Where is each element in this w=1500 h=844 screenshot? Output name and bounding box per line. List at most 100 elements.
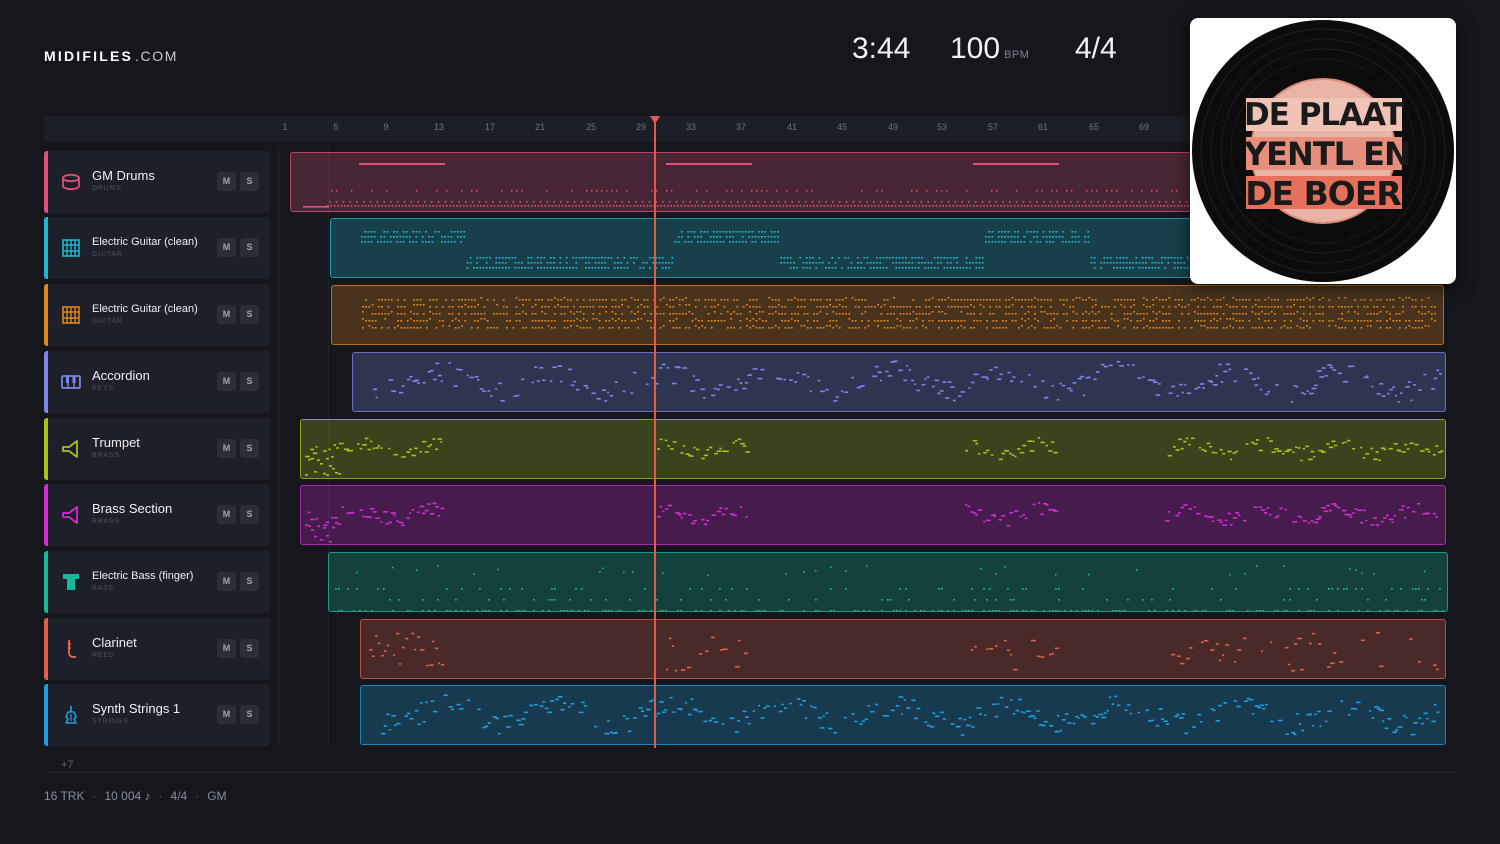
track-category: KEYS [92, 385, 114, 392]
mute-button[interactable]: M [217, 439, 236, 458]
album-cover: DE PLAAT YENTL EN DE BOER [1190, 18, 1456, 284]
track-name: Electric Bass (finger) [92, 570, 194, 582]
track-name: Synth Strings 1 [92, 701, 181, 716]
clip-electric-guitar-clean-2[interactable] [331, 285, 1444, 345]
track-header-brass-section[interactable]: Brass Section BRASS M S [44, 484, 270, 546]
solo-button[interactable]: S [240, 639, 259, 658]
guitar-fretboard-icon [62, 239, 80, 257]
note-pattern [335, 565, 1444, 611]
horn-icon [62, 440, 78, 458]
footer-time-signature: 4/4 [170, 789, 188, 803]
track-category: DRUMS [92, 185, 122, 192]
track-header-electric-guitar-clean-2[interactable]: Electric Guitar (clean) GUITAR M S [44, 284, 270, 346]
playhead[interactable] [654, 116, 656, 748]
site-logo[interactable]: MIDIFILES .COM [44, 48, 178, 64]
mute-button[interactable]: M [217, 172, 236, 191]
mute-button[interactable]: M [217, 572, 236, 591]
clip-trumpet[interactable] [300, 419, 1446, 479]
note-pattern [381, 694, 1440, 736]
track-name: Electric Guitar (clean) [92, 303, 198, 315]
clip-electric-bass-finger[interactable] [328, 552, 1448, 612]
drum-icon [62, 173, 80, 191]
album-title-line: YENTL EN [1244, 135, 1411, 173]
ruler-tick: 45 [836, 122, 848, 132]
solo-button[interactable]: S [240, 372, 259, 391]
track-category: STRINGS [92, 718, 129, 725]
note-pattern [373, 360, 1442, 403]
ruler-tick: 41 [786, 122, 798, 132]
track-name: Clarinet [92, 635, 137, 650]
lane-divider [278, 146, 279, 748]
ruler-tick: 69 [1138, 122, 1150, 132]
clip-brass-section[interactable] [300, 485, 1446, 545]
ruler-tick: 61 [1037, 122, 1049, 132]
ruler-tick: 5 [333, 122, 339, 132]
track-color-stripe [44, 551, 48, 613]
track-header-electric-bass-finger[interactable]: Electric Bass (finger) BASS M S [44, 551, 270, 613]
ruler-tick: 33 [685, 122, 697, 132]
track-header-accordion[interactable]: Accordion KEYS M S [44, 351, 270, 413]
note-pattern [305, 502, 1438, 543]
ruler-tick: 49 [887, 122, 899, 132]
mute-button[interactable]: M [217, 305, 236, 324]
track-name: Accordion [92, 368, 150, 383]
track-count: 16 TRK [44, 789, 85, 803]
track-color-stripe [44, 217, 48, 279]
mute-button[interactable]: M [217, 639, 236, 658]
album-title-line: DE PLAAT [1244, 97, 1404, 133]
track-category: BRASS [92, 518, 120, 525]
reed-icon [68, 640, 76, 658]
track-name: Electric Guitar (clean) [92, 236, 198, 248]
track-color-stripe [44, 351, 48, 413]
track-header-clarinet[interactable]: Clarinet REED M S [44, 618, 270, 680]
track-category: BRASS [92, 452, 120, 459]
clip-synth-strings-1[interactable] [360, 685, 1446, 745]
track-color-stripe [44, 151, 48, 213]
ruler-tick: 37 [735, 122, 747, 132]
time-signature: 4/4 [1075, 32, 1117, 65]
separator-dot: · [158, 789, 163, 803]
tempo-value: 100 [950, 32, 1001, 65]
album-title: DE PLAAT YENTL EN DE BOER [1244, 96, 1411, 213]
ruler-tick: 25 [585, 122, 597, 132]
track-name: Trumpet [92, 435, 140, 450]
more-tracks-indicator[interactable]: +7 [61, 759, 74, 771]
tempo-unit: BPM [1004, 49, 1030, 61]
solo-button[interactable]: S [240, 505, 259, 524]
ruler-tick: 65 [1088, 122, 1100, 132]
clip-accordion[interactable] [352, 352, 1446, 412]
note-pattern [305, 437, 1444, 476]
album-title-line: DE BOER [1245, 174, 1402, 213]
track-category: BASS [92, 585, 114, 592]
separator-dot: · [195, 789, 200, 803]
solo-button[interactable]: S [240, 305, 259, 324]
mute-button[interactable]: M [217, 372, 236, 391]
note-pattern [362, 297, 1436, 329]
track-color-stripe [44, 418, 48, 480]
ruler-tick: 17 [484, 122, 496, 132]
midi-standard: GM [207, 789, 227, 803]
mute-button[interactable]: M [217, 238, 236, 257]
ruler-tick: 21 [534, 122, 546, 132]
solo-button[interactable]: S [240, 172, 259, 191]
ruler-tick: 57 [987, 122, 999, 132]
playhead-handle[interactable] [650, 116, 660, 124]
solo-button[interactable]: S [240, 238, 259, 257]
ruler-tick: 1 [282, 122, 288, 132]
clip-clarinet[interactable] [360, 619, 1446, 679]
solo-button[interactable]: S [240, 572, 259, 591]
guitar-fretboard-icon [62, 306, 80, 324]
track-header-trumpet[interactable]: Trumpet BRASS M S [44, 418, 270, 480]
note-count: 10 004 ♪ [104, 789, 151, 803]
solo-button[interactable]: S [240, 439, 259, 458]
ruler-tick: 9 [383, 122, 389, 132]
logo-brand: MIDIFILES [44, 48, 134, 64]
track-header-electric-guitar-clean-1[interactable]: Electric Guitar (clean) GUITAR M S [44, 217, 270, 279]
mute-button[interactable]: M [217, 705, 236, 724]
solo-button[interactable]: S [240, 705, 259, 724]
track-header-gm-drums[interactable]: GM Drums DRUMS M S [44, 151, 270, 213]
mute-button[interactable]: M [217, 505, 236, 524]
horn-icon [62, 506, 78, 524]
track-header-synth-strings-1[interactable]: Synth Strings 1 STRINGS M S [44, 684, 270, 746]
piano-keys-icon [61, 375, 81, 389]
